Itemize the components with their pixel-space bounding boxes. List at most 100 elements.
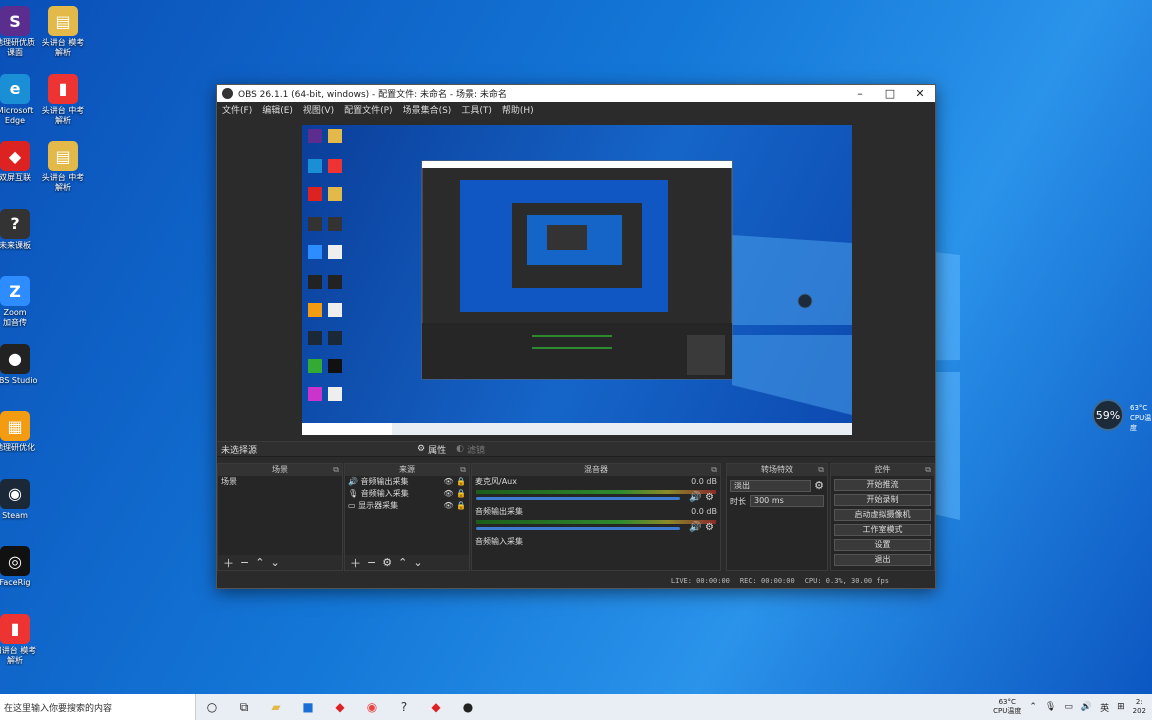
desktop-shortcut[interactable]: ▦ 地理研优化 bbox=[0, 411, 44, 453]
minimize-button[interactable]: – bbox=[845, 87, 875, 100]
settings-button[interactable]: 设置 bbox=[834, 539, 931, 551]
desktop-shortcut[interactable]: ▮ 头讲台 中考 解析 bbox=[34, 73, 92, 126]
chevron-up-icon[interactable]: ⌃ bbox=[1029, 702, 1037, 712]
desktop-shortcut[interactable]: ? 未来课板 bbox=[0, 208, 44, 251]
maximize-button[interactable]: □ bbox=[875, 87, 905, 100]
speaker-icon: 🔊 bbox=[348, 477, 361, 486]
close-button[interactable]: ✕ bbox=[905, 87, 935, 100]
tray-temp-label: CPU温度 bbox=[993, 707, 1022, 715]
menu-view[interactable]: 视图(V) bbox=[303, 103, 334, 116]
undock-icon[interactable]: ⧉ bbox=[925, 464, 931, 476]
transitions-panel: 转场特效 ⧉ 淡出 ⚙ 时长 300 ms bbox=[726, 463, 828, 571]
eye-icon[interactable]: 👁 🔒 bbox=[443, 476, 466, 488]
desktop-shortcut[interactable]: ▮四讲台 模考解析 bbox=[0, 613, 44, 666]
app-icon[interactable]: ◆ bbox=[324, 700, 356, 714]
search-input[interactable]: 在这里输入你要搜索的内容 bbox=[4, 701, 112, 714]
add-scene-button[interactable]: ＋ bbox=[223, 555, 234, 571]
undock-icon[interactable]: ⧉ bbox=[333, 464, 339, 476]
start-recording-button[interactable]: 开始录制 bbox=[834, 494, 931, 506]
file-explorer-icon[interactable]: ▰ bbox=[260, 700, 292, 714]
controls-header: 控件 ⧉ bbox=[831, 464, 934, 476]
sources-panel: 来源 ⧉ 🔊 音频输出采集 👁 🔒 🎙 音频输入采集 👁 🔒 ▭ 显示器采集 👁 🔒 ＋… bbox=[344, 463, 470, 571]
start-streaming-button[interactable]: 开始推流 bbox=[834, 479, 931, 491]
remove-scene-button[interactable]: − bbox=[240, 556, 249, 569]
clock[interactable]: 2: 202 bbox=[1133, 698, 1146, 716]
preview-canvas[interactable] bbox=[302, 125, 852, 435]
volume-icon[interactable]: 🔊 bbox=[1081, 702, 1092, 712]
app-icon: e bbox=[0, 73, 30, 104]
properties-button[interactable]: ⚙ 属性 bbox=[417, 443, 446, 456]
exit-button[interactable]: 退出 bbox=[834, 554, 931, 566]
source-item[interactable]: ▭ 显示器采集 👁 🔒 bbox=[345, 500, 469, 512]
eye-icon[interactable]: 👁 🔒 bbox=[443, 500, 466, 512]
gear-icon[interactable]: ⚙ bbox=[814, 479, 824, 492]
virtual-camera-button[interactable]: 启动虚拟摄像机 bbox=[834, 509, 931, 521]
ime-icon[interactable]: ⊞ bbox=[1117, 702, 1125, 712]
mic-icon[interactable]: 🎙 bbox=[1045, 702, 1056, 712]
desktop-shortcut[interactable]: ◉ Steam bbox=[0, 478, 44, 521]
obs-icon[interactable]: ● bbox=[452, 700, 484, 714]
desktop-shortcut[interactable]: ▤ 头讲台 模考 解析 bbox=[34, 6, 92, 58]
app-icon: ◎ bbox=[0, 546, 30, 576]
tray-cpu-temp[interactable]: 63°C CPU温度 bbox=[993, 698, 1021, 716]
transitions-title: 转场特效 bbox=[761, 465, 793, 474]
move-down-button[interactable]: ⌄ bbox=[270, 556, 279, 569]
cortana-icon[interactable]: ○ bbox=[196, 700, 228, 714]
move-up-button[interactable]: ⌃ bbox=[255, 556, 264, 569]
remove-source-button[interactable]: − bbox=[367, 556, 376, 569]
sources-footer: ＋ − ⚙ ⌃ ⌄ bbox=[345, 555, 469, 570]
studio-mode-button[interactable]: 工作室模式 bbox=[834, 524, 931, 536]
source-item[interactable]: 🔊 音频输出采集 👁 🔒 bbox=[345, 476, 469, 488]
undock-icon[interactable]: ⧉ bbox=[818, 464, 824, 476]
menu-tools[interactable]: 工具(T) bbox=[461, 103, 492, 116]
channel-name: 音频输入采集 bbox=[475, 537, 523, 546]
source-item[interactable]: 🎙 音频输入采集 👁 🔒 bbox=[345, 488, 469, 500]
menu-profile[interactable]: 配置文件(P) bbox=[344, 103, 392, 116]
sources-title: 来源 bbox=[399, 465, 415, 474]
network-icon[interactable]: ▭ bbox=[1064, 702, 1073, 712]
add-source-button[interactable]: ＋ bbox=[350, 555, 361, 571]
source-toolbar: 未选择源 ⚙ 属性 ◐ 滤镜 bbox=[217, 441, 935, 457]
scenes-footer: ＋ − ⌃ ⌄ bbox=[218, 555, 342, 570]
mixer-panel: 混音器 ⧉ 麦克风/Aux 0.0 dB 🔊 ⚙ 音频输出采集 0.0 dB 🔊 ⚙ … bbox=[471, 463, 721, 571]
menu-file[interactable]: 文件(F) bbox=[222, 103, 252, 116]
source-settings-button[interactable]: ⚙ bbox=[382, 556, 392, 569]
menu-help[interactable]: 帮助(H) bbox=[502, 103, 534, 116]
mute-settings-icons[interactable]: 🔊 ⚙ bbox=[689, 492, 714, 503]
shortcut-label: 头讲台 模考 解析 bbox=[41, 38, 85, 57]
app-icon: S bbox=[0, 6, 30, 36]
filters-button[interactable]: ◐ 滤镜 bbox=[456, 443, 485, 456]
shortcut-label: FaceRig bbox=[0, 578, 31, 587]
undock-icon[interactable]: ⧉ bbox=[711, 464, 717, 476]
app2-icon[interactable]: ◆ bbox=[420, 700, 452, 714]
desktop-shortcut[interactable]: ●OBS Studio bbox=[0, 343, 44, 386]
cpu-widget: 59% 63°C CPU温度 bbox=[1090, 398, 1152, 432]
desktop-shortcut[interactable]: ▤ 头讲台 中考 解析 bbox=[34, 141, 92, 193]
help-icon[interactable]: ? bbox=[388, 700, 420, 714]
task-view-icon[interactable]: ⧉ bbox=[228, 700, 260, 715]
app-icon: ▤ bbox=[48, 141, 78, 171]
mixer-header: 混音器 ⧉ bbox=[472, 464, 720, 476]
volume-slider[interactable] bbox=[476, 527, 680, 530]
eye-icon[interactable]: 👁 🔒 bbox=[443, 488, 466, 500]
volume-slider[interactable] bbox=[476, 497, 680, 500]
store-icon[interactable]: ■ bbox=[292, 700, 324, 714]
language-indicator[interactable]: 英 bbox=[1100, 701, 1109, 714]
undock-icon[interactable]: ⧉ bbox=[460, 464, 466, 476]
cpu-status: CPU: 0.3%, 30.00 fps bbox=[804, 577, 889, 585]
menu-edit[interactable]: 编辑(E) bbox=[262, 103, 293, 116]
desktop-shortcut[interactable]: ◎ FaceRig bbox=[0, 546, 44, 588]
shortcut-label: 地理研优化 bbox=[0, 443, 35, 452]
move-up-button[interactable]: ⌃ bbox=[398, 556, 407, 569]
chrome-icon[interactable]: ◉ bbox=[356, 700, 388, 714]
controls-title: 控件 bbox=[874, 465, 891, 474]
transition-select[interactable]: 淡出 bbox=[730, 479, 812, 492]
window-title: OBS 26.1.1 (64-bit, windows) - 配置文件: 未命名… bbox=[238, 90, 507, 100]
taskbar-search[interactable]: 在这里输入你要搜索的内容 bbox=[0, 694, 196, 720]
scene-item[interactable]: 场景 bbox=[218, 476, 342, 488]
menu-scene-collection[interactable]: 场景集合(S) bbox=[403, 103, 452, 116]
mute-settings-icons[interactable]: 🔊 ⚙ bbox=[689, 522, 714, 533]
duration-input[interactable]: 300 ms bbox=[750, 495, 824, 507]
desktop-shortcut[interactable]: Z Zoom 加音传 bbox=[0, 276, 44, 328]
move-down-button[interactable]: ⌄ bbox=[413, 556, 422, 569]
